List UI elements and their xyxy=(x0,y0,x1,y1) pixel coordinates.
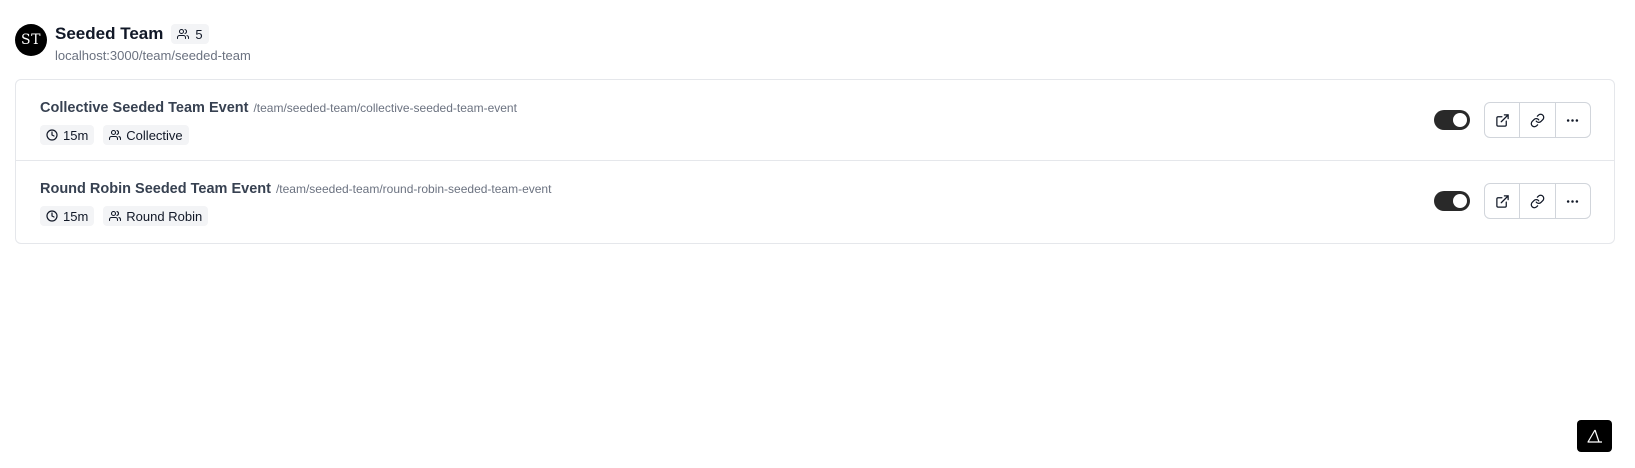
users-icon xyxy=(177,28,190,40)
event-title[interactable]: Collective Seeded Team Event xyxy=(40,100,248,116)
member-count: 5 xyxy=(195,26,203,42)
more-options-button[interactable] xyxy=(1556,103,1590,137)
external-link-icon xyxy=(1495,113,1510,128)
link-icon xyxy=(1530,194,1545,209)
hidden-toggle[interactable] xyxy=(1434,110,1470,130)
event-slug: /team/seeded-team/round-robin-seeded-tea… xyxy=(275,182,552,196)
scheduling-type-label: Round Robin xyxy=(126,208,203,224)
duration-badge: 15m xyxy=(40,206,95,226)
team-title-row: Seeded Team 5 xyxy=(55,24,251,44)
event-type-row[interactable]: Collective Seeded Team Event /team/seede… xyxy=(16,80,1614,161)
team-info: Seeded Team 5 localhost:3000/team/seeded… xyxy=(55,24,251,63)
help-triangle-icon xyxy=(1586,428,1604,444)
team-name: Seeded Team xyxy=(55,24,164,43)
copy-link-button[interactable] xyxy=(1520,103,1556,137)
team-avatar: ST xyxy=(15,24,47,56)
event-badges: 15m Round Robin xyxy=(40,206,209,226)
event-title[interactable]: Round Robin Seeded Team Event xyxy=(40,181,271,197)
external-link-icon xyxy=(1495,194,1510,209)
preview-button[interactable] xyxy=(1485,184,1521,218)
help-button[interactable] xyxy=(1577,420,1612,452)
duration-badge: 15m xyxy=(40,125,95,145)
event-slug: /team/seeded-team/collective-seeded-team… xyxy=(253,101,517,115)
clock-icon xyxy=(46,210,58,222)
clock-icon xyxy=(46,129,58,141)
users-icon xyxy=(109,129,122,141)
event-type-list: Collective Seeded Team Event /team/seede… xyxy=(15,79,1615,244)
duration-label: 15m xyxy=(63,208,89,224)
copy-link-button[interactable] xyxy=(1520,184,1556,218)
preview-button[interactable] xyxy=(1485,103,1521,137)
team-header: ST Seeded Team 5 localhost:3000/team/see… xyxy=(15,24,251,63)
event-actions xyxy=(1484,102,1591,138)
more-options-button[interactable] xyxy=(1556,184,1590,218)
more-horizontal-icon xyxy=(1565,113,1580,128)
scheduling-type-badge: Round Robin xyxy=(103,206,209,226)
team-url[interactable]: localhost:3000/team/seeded-team xyxy=(55,48,251,63)
event-badges: 15m Collective xyxy=(40,125,189,145)
event-actions xyxy=(1484,183,1591,219)
event-title-line: Collective Seeded Team Event /team/seede… xyxy=(40,100,517,116)
event-title-line: Round Robin Seeded Team Event /team/seed… xyxy=(40,181,551,197)
duration-label: 15m xyxy=(63,127,89,143)
more-horizontal-icon xyxy=(1565,194,1580,209)
hidden-toggle[interactable] xyxy=(1434,191,1470,211)
scheduling-type-badge: Collective xyxy=(103,125,189,145)
users-icon xyxy=(109,210,122,222)
member-count-badge: 5 xyxy=(171,24,209,44)
toggle-knob xyxy=(1453,113,1467,127)
event-type-row[interactable]: Round Robin Seeded Team Event /team/seed… xyxy=(16,161,1614,243)
toggle-knob xyxy=(1453,194,1467,208)
link-icon xyxy=(1530,113,1545,128)
scheduling-type-label: Collective xyxy=(126,127,183,143)
